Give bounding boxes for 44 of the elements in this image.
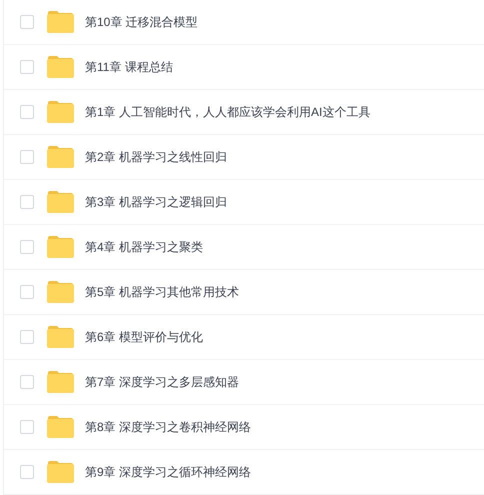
folder-name[interactable]: 第10章 迁移混合模型	[85, 13, 198, 31]
folder-name[interactable]: 第9章 深度学习之循环神经网络	[85, 463, 252, 481]
folder-name[interactable]: 第7章 深度学习之多层感知器	[85, 373, 240, 391]
checkbox[interactable]	[20, 105, 34, 119]
folder-icon	[47, 191, 74, 213]
folder-name[interactable]: 第5章 机器学习其他常用技术	[85, 283, 240, 301]
file-row[interactable]: 第2章 机器学习之线性回归	[4, 135, 484, 180]
file-row[interactable]: 第7章 深度学习之多层感知器	[4, 360, 484, 405]
folder-icon	[47, 371, 74, 393]
file-row[interactable]: 第11章 课程总结	[4, 45, 484, 90]
checkbox[interactable]	[20, 60, 34, 74]
file-row[interactable]: 第5章 机器学习其他常用技术	[4, 270, 484, 315]
folder-icon	[47, 416, 74, 438]
folder-name[interactable]: 第11章 课程总结	[85, 58, 173, 76]
folder-icon	[47, 11, 74, 33]
folder-icon	[47, 326, 74, 348]
folder-name[interactable]: 第6章 模型评价与优化	[85, 328, 204, 346]
checkbox[interactable]	[20, 375, 34, 389]
file-row[interactable]: 第1章 人工智能时代，人人都应该学会利用AI这个工具	[4, 90, 484, 135]
folder-name[interactable]: 第8章 深度学习之卷积神经网络	[85, 418, 252, 436]
folder-name[interactable]: 第1章 人工智能时代，人人都应该学会利用AI这个工具	[85, 103, 370, 121]
file-row[interactable]: 第8章 深度学习之卷积神经网络	[4, 405, 484, 450]
folder-name[interactable]: 第4章 机器学习之聚类	[85, 238, 204, 256]
folder-icon	[47, 101, 74, 123]
file-row[interactable]: 第10章 迁移混合模型	[4, 0, 484, 45]
file-row[interactable]: 第4章 机器学习之聚类	[4, 225, 484, 270]
checkbox[interactable]	[20, 15, 34, 29]
checkbox[interactable]	[20, 285, 34, 299]
file-row[interactable]: 第3章 机器学习之逻辑回归	[4, 180, 484, 225]
folder-icon	[47, 281, 74, 303]
checkbox[interactable]	[20, 150, 34, 164]
folder-name[interactable]: 第2章 机器学习之线性回归	[85, 148, 228, 166]
checkbox[interactable]	[20, 420, 34, 434]
folder-icon	[47, 236, 74, 258]
checkbox[interactable]	[20, 195, 34, 209]
checkbox[interactable]	[20, 330, 34, 344]
file-row[interactable]: 第9章 深度学习之循环神经网络	[4, 450, 484, 495]
folder-name[interactable]: 第3章 机器学习之逻辑回归	[85, 193, 228, 211]
file-row[interactable]: 第6章 模型评价与优化	[4, 315, 484, 360]
folder-icon	[47, 146, 74, 168]
folder-icon	[47, 56, 74, 78]
checkbox[interactable]	[20, 465, 34, 479]
folder-icon	[47, 461, 74, 483]
checkbox[interactable]	[20, 240, 34, 254]
